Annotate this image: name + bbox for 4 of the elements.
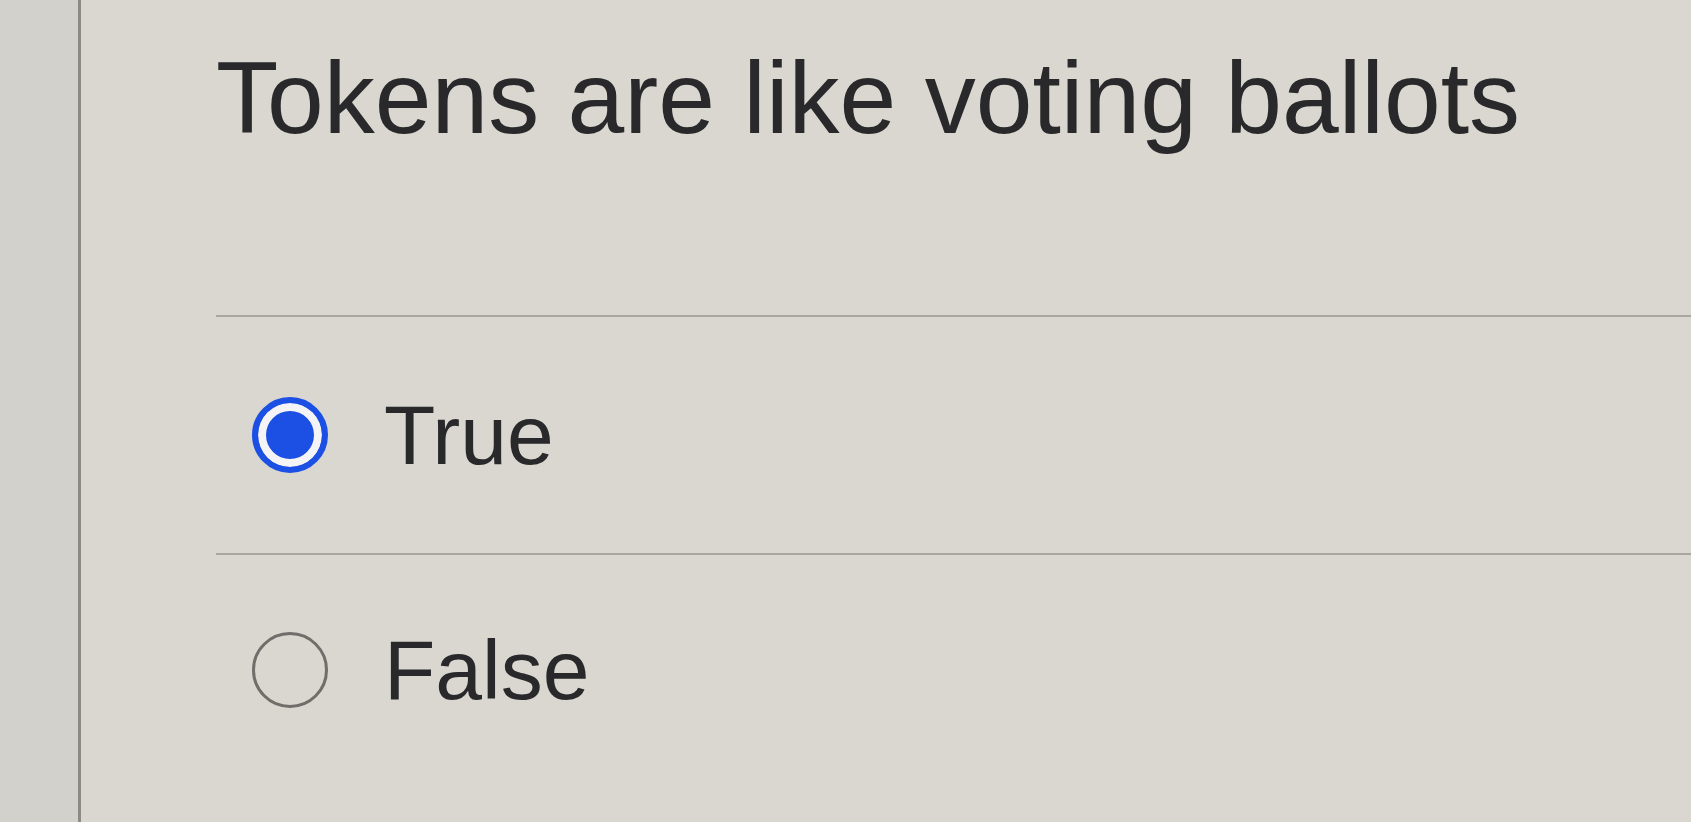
- question-title: Tokens are like voting ballots: [216, 40, 1521, 157]
- option-label[interactable]: True: [384, 387, 554, 484]
- radio-button[interactable]: [252, 632, 328, 709]
- option-label[interactable]: False: [384, 622, 590, 719]
